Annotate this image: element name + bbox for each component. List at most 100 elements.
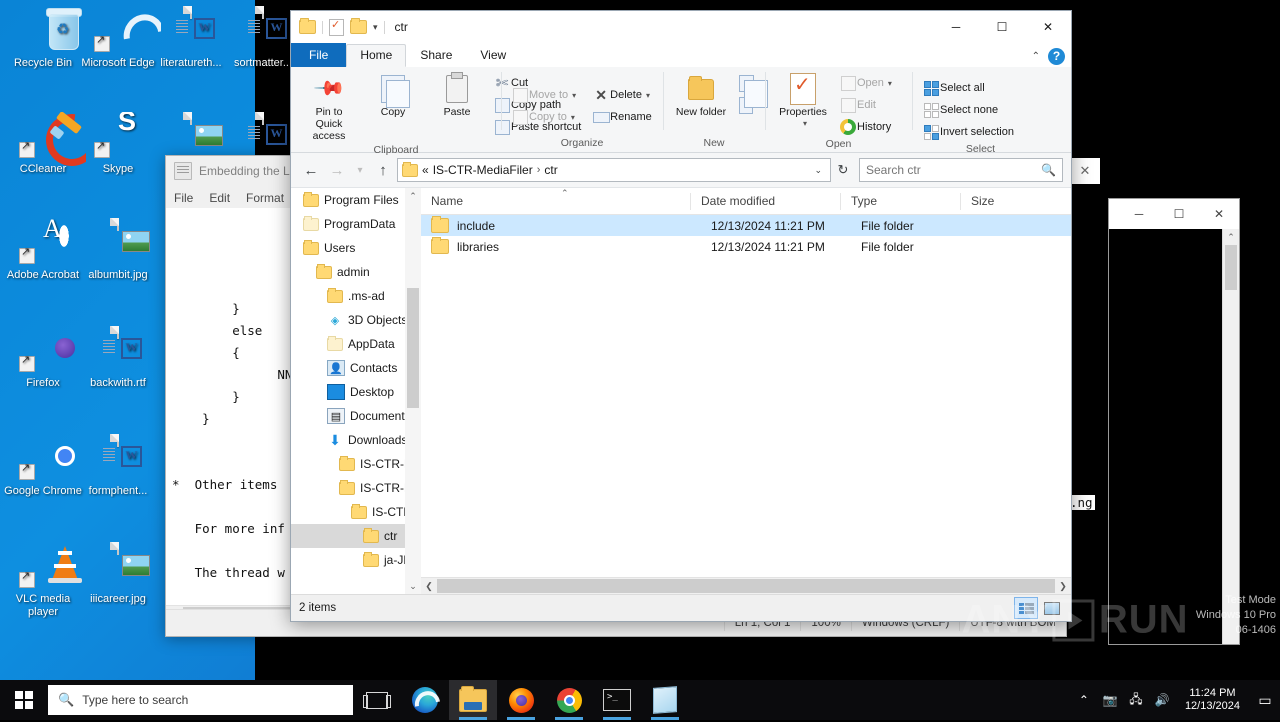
start-button[interactable] (0, 680, 48, 720)
desktop-icon-vlc[interactable]: VLC media player (0, 542, 86, 619)
up-button[interactable]: ↑ (371, 158, 395, 182)
new-folder-button[interactable]: New folder (669, 70, 733, 120)
chevron-down-icon[interactable]: ▾ (803, 118, 807, 130)
breadcrumb-item-1[interactable]: ctr (544, 163, 557, 177)
window-controls[interactable]: ─ ☐ ✕ (933, 11, 1071, 43)
desktop-icon-recycle-bin[interactable]: ♻ Recycle Bin (0, 6, 86, 70)
scroll-right-icon[interactable]: ❯ (1055, 578, 1071, 594)
tree-item-admin[interactable]: admin (291, 260, 421, 284)
notepad-menu-file[interactable]: File (174, 191, 193, 205)
chevron-right-icon[interactable]: › (537, 164, 541, 176)
taskbar-google-chrome[interactable] (545, 680, 593, 720)
scrollbar-thumb[interactable] (1225, 245, 1237, 290)
ribbon-tabs[interactable]: File Home Share View ⌃ ? (291, 43, 1071, 67)
desktop-icon-ccleaner[interactable]: CCleaner (0, 112, 86, 176)
column-header-type[interactable]: Type (841, 192, 961, 210)
column-header-name[interactable]: Name (421, 192, 691, 210)
tree-item-programdata[interactable]: ProgramData (291, 212, 421, 236)
tree-item-3d-objects[interactable]: ◈ 3D Objects (291, 308, 421, 332)
details-view-button[interactable] (1014, 597, 1038, 619)
paste-button[interactable]: Paste (425, 70, 489, 120)
notepad-menu-format[interactable]: Format (246, 191, 284, 205)
close-button[interactable]: ✕ (1025, 11, 1071, 43)
back-button[interactable]: ← (299, 158, 323, 182)
navigation-pane-scrollbar[interactable]: ⌃ ⌄ (405, 188, 421, 594)
tree-item-users[interactable]: Users (291, 236, 421, 260)
scroll-down-icon[interactable]: ⌄ (405, 578, 421, 594)
minimize-button[interactable]: ─ (933, 11, 979, 43)
tree-item-ja-jp[interactable]: ja-JP (291, 548, 421, 572)
tab-view[interactable]: View (466, 44, 520, 67)
new-item-button[interactable]: ▾ (733, 72, 768, 108)
show-hidden-icons-button[interactable]: ⌃ (1071, 693, 1097, 707)
taskbar-microsoft-edge[interactable] (401, 680, 449, 720)
notepad-menu-edit[interactable]: Edit (209, 191, 230, 205)
quick-access-toolbar[interactable]: ▾ (291, 18, 385, 36)
column-header-size[interactable]: Size (961, 193, 1041, 210)
table-row[interactable]: libraries 12/13/2024 11:21 PM File folde… (421, 236, 1071, 257)
volume-icon[interactable]: 🔊 (1149, 693, 1175, 707)
pin-to-quick-access-button[interactable]: 📌 Pin to Quick access (297, 70, 361, 144)
select-none-button[interactable]: Select none (918, 99, 1018, 121)
invert-selection-button[interactable]: Invert selection (918, 121, 1018, 143)
rename-button[interactable]: Rename (588, 106, 656, 128)
action-center-button[interactable]: ▭ (1250, 692, 1280, 709)
tree-item-downloads[interactable]: ⬇ Downloads (291, 428, 421, 452)
desktop-icon-firefox[interactable]: Firefox (0, 326, 86, 390)
address-dropdown-icon[interactable]: ⌄ (810, 165, 826, 176)
tree-item-is-ctr-3[interactable]: IS-CTR- (291, 500, 421, 524)
help-icon[interactable]: ? (1048, 48, 1065, 65)
select-all-button[interactable]: Select all (918, 77, 1018, 99)
tree-item-program-files[interactable]: Program Files (291, 188, 421, 212)
desktop-icon-adobe-acrobat[interactable]: A Adobe Acrobat (0, 218, 86, 282)
tab-file[interactable]: File (291, 43, 347, 67)
breadcrumb-item-0[interactable]: IS-CTR-MediaFiler (433, 163, 533, 177)
open-button[interactable]: Open ▾ (835, 72, 896, 94)
refresh-button[interactable]: ↻ (833, 162, 853, 178)
console-minimize-button[interactable]: ─ (1119, 207, 1159, 221)
system-tray[interactable]: ⌃ 📷 🖧 🔊 11:24 PM 12/13/2024 ▭ (1071, 680, 1280, 720)
tree-item-appdata[interactable]: AppData (291, 332, 421, 356)
tree-item-contacts[interactable]: 👤 Contacts (291, 356, 421, 380)
file-list-horizontal-scrollbar[interactable]: ❮ ❯ (421, 577, 1071, 594)
delete-button[interactable]: ✕ Delete ▾ (588, 84, 656, 106)
scrollbar-thumb[interactable] (437, 579, 1055, 593)
taskbar-task-view-button[interactable] (353, 680, 401, 720)
scroll-left-icon[interactable]: ❮ (421, 578, 437, 594)
tree-item-documents[interactable]: ▤ Documents (291, 404, 421, 428)
network-icon[interactable]: 🖧 (1123, 690, 1149, 711)
explorer-title-bar[interactable]: ▾ ctr ─ ☐ ✕ (291, 11, 1071, 43)
breadcrumb-overflow[interactable]: « (422, 163, 429, 177)
clock[interactable]: 11:24 PM 12/13/2024 (1175, 687, 1250, 713)
column-headers[interactable]: Name Date modified Type Size ⌃ (421, 188, 1071, 215)
address-breadcrumb[interactable]: « IS-CTR-MediaFiler › ctr ⌄ (397, 158, 831, 182)
taskbar-search-box[interactable]: 🔍 Type here to search (48, 685, 353, 715)
scroll-up-icon[interactable]: ⌃ (1223, 229, 1239, 245)
console-window[interactable]: ─ ☐ ✕ ⌃ (1108, 198, 1240, 645)
camera-icon[interactable]: 📷 (1097, 693, 1123, 707)
console-title-bar[interactable]: ─ ☐ ✕ (1109, 199, 1239, 229)
chevron-down-icon[interactable]: ▾ (571, 113, 575, 122)
column-header-date-modified[interactable]: Date modified (691, 192, 841, 210)
tree-item-ctr[interactable]: ctr (291, 524, 421, 548)
copy-to-button[interactable]: Copy to ▾ (507, 106, 580, 128)
properties-icon[interactable] (329, 18, 344, 36)
navigation-pane[interactable]: Program Files ProgramData Users admin .m… (291, 188, 421, 594)
scrollbar-thumb[interactable] (407, 288, 419, 408)
copy-button[interactable]: Copy (361, 70, 425, 120)
taskbar-firefox[interactable] (497, 680, 545, 720)
file-explorer-window[interactable]: ▾ ctr ─ ☐ ✕ File Home Share View ⌃ ? (290, 10, 1072, 622)
tab-home[interactable]: Home (346, 44, 407, 67)
taskbar[interactable]: 🔍 Type here to search ⌃ 📷 🖧 🔊 11:24 PM 1… (0, 680, 1280, 720)
large-icons-view-button[interactable] (1041, 598, 1063, 618)
new-folder-icon[interactable] (350, 18, 367, 34)
ribbon[interactable]: 📌 Pin to Quick access Copy Paste ✄ Cut C… (291, 67, 1071, 156)
chevron-down-icon[interactable]: ▾ (572, 91, 576, 100)
history-button[interactable]: History (835, 116, 896, 138)
taskbar-file-explorer[interactable] (449, 680, 497, 720)
edit-button[interactable]: Edit (835, 94, 896, 116)
recent-locations-button[interactable]: ▾ (351, 158, 369, 182)
desktop-icon-google-chrome[interactable]: Google Chrome (0, 434, 86, 498)
file-list-pane[interactable]: Name Date modified Type Size ⌃ include 1… (421, 188, 1071, 594)
console-scrollbar[interactable]: ⌃ (1222, 229, 1239, 644)
